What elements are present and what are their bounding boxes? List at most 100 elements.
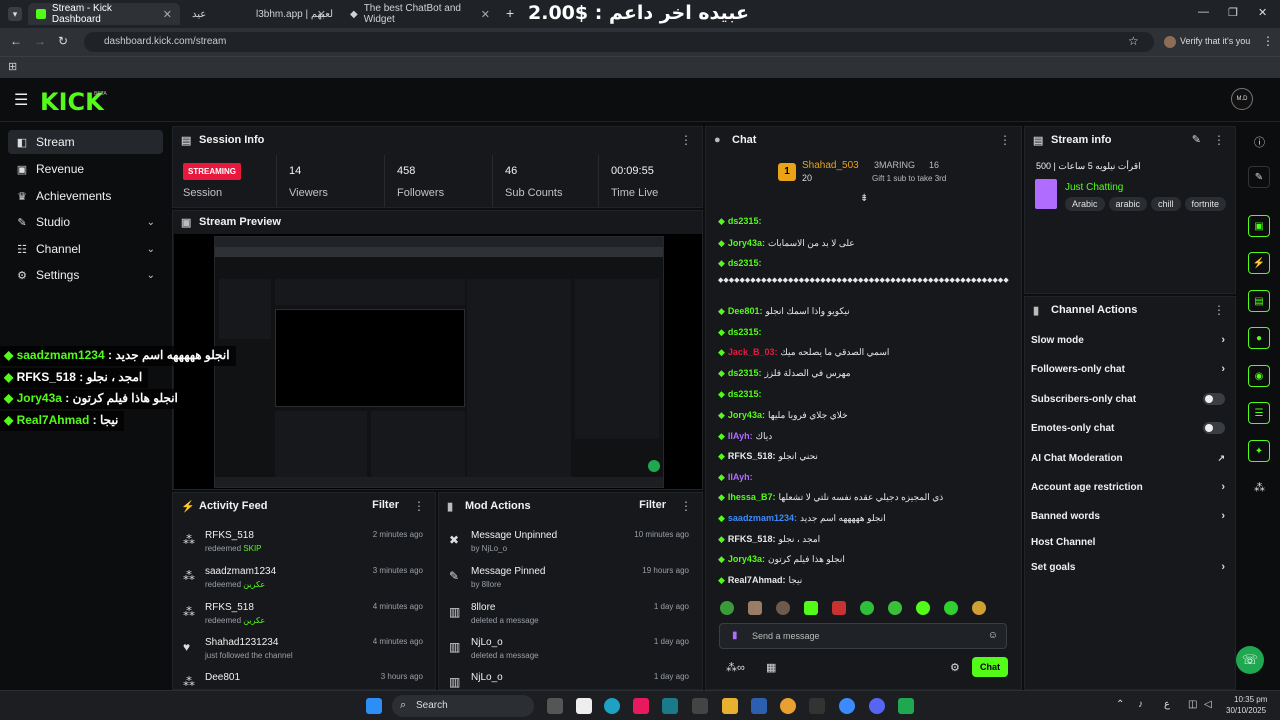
app-icon[interactable]: [898, 698, 914, 714]
tag[interactable]: Arabic: [1065, 197, 1105, 211]
chat-message[interactable]: ◆ Jory43a: على لا بد من الاسمابات: [718, 238, 855, 249]
emote-icon[interactable]: [776, 601, 790, 615]
list-item[interactable]: ⁂ RFKS_518 redeemed SKIP 2 minutes ago: [173, 527, 433, 557]
emote-icon[interactable]: [720, 601, 734, 615]
action-host-channel[interactable]: Host Channel: [1031, 531, 1231, 553]
broadcast-rail-button[interactable]: ◉: [1248, 365, 1270, 387]
chat-message[interactable]: ◆ ds2315:: [718, 216, 764, 227]
chat-username[interactable]: ds2315:: [728, 389, 762, 399]
chat-message[interactable]: ◆ Real7Ahmad: نيجا: [718, 575, 802, 586]
chat-username[interactable]: Ihessa_B7:: [728, 492, 776, 502]
list-item[interactable]: ✖ Message Unpinned by NjLo_o 10 minutes …: [439, 527, 699, 557]
close-tab-icon[interactable]: ✕: [163, 8, 172, 21]
sidebar-item-channel[interactable]: ☷ Channel ⌄: [8, 237, 163, 261]
chat-username[interactable]: ds2315:: [728, 216, 762, 226]
more-options-icon[interactable]: ⋮: [999, 133, 1011, 147]
chrome-icon[interactable]: [780, 698, 796, 714]
emote-icon[interactable]: [804, 601, 818, 615]
chat-message[interactable]: ◆ saadzmam1234: انجلو هههههه اسم جديد: [718, 513, 886, 524]
url-field[interactable]: dashboard.kick.com/stream: [84, 32, 1154, 52]
chat-message[interactable]: ◆ Ihessa_B7: ذي المجيزه دجيلي عقده نفسه نل…: [718, 492, 943, 503]
bookmark-star-icon[interactable]: ☆: [1128, 34, 1139, 48]
clock-date[interactable]: 30/10/2025: [1226, 706, 1266, 715]
app-icon[interactable]: [751, 698, 767, 714]
info-rail-icon[interactable]: ⓘ: [1254, 134, 1265, 150]
action-set-goals[interactable]: Set goals ›: [1031, 556, 1231, 578]
more-options-icon[interactable]: ⋮: [680, 133, 692, 147]
reload-icon[interactable]: ↻: [58, 34, 68, 48]
support-chat-button[interactable]: ☏: [1236, 646, 1264, 674]
emote-icon[interactable]: [888, 601, 902, 615]
chat-username[interactable]: Jack_B_03:: [728, 347, 778, 357]
chrome-active-icon[interactable]: [839, 698, 855, 714]
action-banned-words[interactable]: Banned words ›: [1031, 505, 1231, 527]
discord-icon[interactable]: [869, 698, 885, 714]
list-item[interactable]: ♥ Shahad1231234 just followed the channe…: [173, 634, 433, 664]
action-followers-only[interactable]: Followers-only chat ›: [1031, 358, 1231, 380]
chat-username[interactable]: ds2315:: [728, 327, 762, 337]
edge-icon[interactable]: [604, 698, 620, 714]
community-icon[interactable]: ⁂∞: [726, 661, 745, 674]
chat-message[interactable]: ◆ RFKS_518: امجد ، نجلو: [718, 534, 820, 545]
hamburger-menu-icon[interactable]: ☰: [14, 90, 28, 110]
taskbar-search[interactable]: ⌕ Search: [392, 695, 534, 717]
more-options-icon[interactable]: ⋮: [1213, 133, 1225, 147]
edit-icon[interactable]: ✎: [1192, 133, 1201, 146]
action-slow-mode[interactable]: Slow mode ›: [1031, 329, 1231, 351]
community-rail-icon[interactable]: ⁂: [1254, 481, 1265, 494]
list-item[interactable]: ▥ NjLo_o 1 day ago: [439, 669, 699, 689]
new-tab-icon[interactable]: +: [506, 5, 514, 21]
settings-icon[interactable]: [692, 698, 708, 714]
tiktok-icon[interactable]: [633, 698, 649, 714]
list-item[interactable]: ⁂ Dee801 3 hours ago: [173, 669, 433, 689]
chat-message[interactable]: ◆ ds2315:: [718, 389, 764, 400]
chat-message[interactable]: ◆◆◆◆◆◆◆◆◆◆◆◆◆◆◆◆◆◆◆◆◆◆◆◆◆◆◆◆◆◆◆◆◆◆◆◆◆◆◆◆…: [718, 274, 1009, 284]
list-item[interactable]: ▥ NjLo_o deleted a message 1 day ago: [439, 634, 699, 664]
tab-chatbot[interactable]: ◆ The best ChatBot and Widget ✕: [342, 3, 498, 25]
chat-username[interactable]: Real7Ahmad:: [728, 575, 786, 585]
list-item[interactable]: ⁂ saadzmam1234 redeemed عكرين 3 minutes …: [173, 563, 433, 593]
tab-2[interactable]: عيد l3bhm.app | لعبهم ✕: [184, 3, 334, 25]
app-icon[interactable]: [809, 698, 825, 714]
chat-message[interactable]: ◆ Jack_B_03: اسمي الصدقي ما يصلحه ميك: [718, 347, 889, 358]
stream-preview-video[interactable]: [174, 234, 702, 489]
emote-icon[interactable]: [944, 601, 958, 615]
message-rail-button[interactable]: ●: [1248, 327, 1270, 349]
chat-username[interactable]: Jory43a:: [728, 238, 765, 248]
clock-time[interactable]: 10:35 pm: [1234, 695, 1267, 704]
list-rail-button[interactable]: ☰: [1248, 402, 1270, 424]
tray-lang-icon[interactable]: ع: [1164, 699, 1170, 710]
document-rail-button[interactable]: ▤: [1248, 290, 1270, 312]
action-account-age[interactable]: Account age restriction ›: [1031, 476, 1231, 498]
chat-username[interactable]: ds2315:: [728, 258, 762, 268]
emote-icon[interactable]: [916, 601, 930, 615]
sidebar-item-revenue[interactable]: ▣ Revenue: [8, 157, 163, 181]
chat-message[interactable]: ◆ Jory43a: خلاي جلاي فروبا مليها: [718, 410, 848, 421]
emote-icon[interactable]: [860, 601, 874, 615]
category-name[interactable]: Just Chatting: [1065, 182, 1123, 193]
tray-mic-icon[interactable]: ♪: [1138, 699, 1143, 710]
emote-icon[interactable]: [972, 601, 986, 615]
task-view-icon[interactable]: [547, 698, 563, 714]
chat-message[interactable]: ◆ IIAyh: دياك: [718, 431, 772, 442]
more-options-icon[interactable]: ⋮: [680, 499, 692, 513]
chat-username[interactable]: RFKS_518:: [728, 534, 776, 544]
store-icon[interactable]: ▦: [766, 661, 776, 674]
close-window-icon[interactable]: ✕: [1258, 6, 1267, 19]
mod-filter-button[interactable]: Filter: [639, 499, 666, 511]
close-tab-icon[interactable]: ✕: [481, 8, 490, 21]
chat-message[interactable]: ◆ IIAyh:: [718, 472, 756, 483]
chat-message[interactable]: ◆ Jory43a: انجلو هذا فيلم كرتون: [718, 554, 845, 565]
lightning-rail-button[interactable]: ⚡: [1248, 252, 1270, 274]
chat-username[interactable]: IIAyh:: [728, 472, 753, 482]
tray-network-icon[interactable]: ◫: [1188, 699, 1197, 710]
action-subscribers-only[interactable]: Subscribers-only chat: [1031, 388, 1231, 410]
restore-icon[interactable]: ❐: [1228, 6, 1238, 19]
file-app-icon[interactable]: [576, 698, 592, 714]
list-item[interactable]: ⁂ RFKS_518 redeemed عكرين 4 minutes ago: [173, 599, 433, 629]
chat-username[interactable]: saadzmam1234:: [728, 513, 797, 523]
emote-icon[interactable]: [748, 601, 762, 615]
chat-username[interactable]: ds2315:: [728, 368, 762, 378]
profile-avatar-icon[interactable]: [1164, 36, 1176, 48]
windows-start-icon[interactable]: [366, 698, 382, 714]
